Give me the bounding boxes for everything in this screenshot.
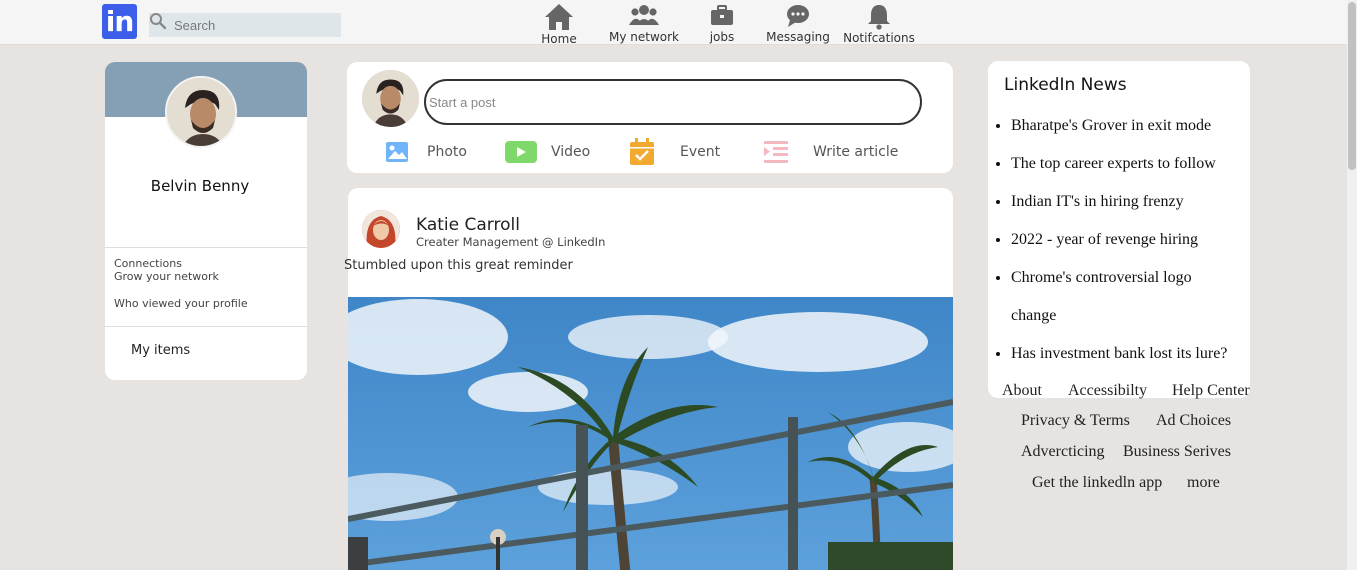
avatar[interactable] [362, 210, 400, 248]
bell-icon [868, 5, 890, 30]
news-card: LinkedIn News Bharatpe's Grover in exit … [988, 61, 1250, 398]
article-icon [764, 141, 788, 163]
calendar-icon [630, 138, 654, 165]
nav-messaging[interactable]: Messaging [762, 0, 834, 45]
nav-home[interactable]: Home [534, 0, 584, 46]
search-input[interactable] [149, 13, 341, 37]
write-article-label: Write article [813, 144, 899, 160]
divider [105, 326, 307, 327]
post-author-name[interactable]: Katie Carroll [416, 215, 520, 235]
feed-post: Katie Carroll Creater Management @ Linke… [348, 188, 953, 570]
network-icon [629, 5, 659, 25]
photo-label: Photo [427, 144, 467, 160]
footer-link-ad-choices[interactable]: Ad Choices [1156, 412, 1231, 430]
news-list: Bharatpe's Grover in exit mode The top c… [1011, 107, 1227, 373]
photo-icon [386, 142, 408, 162]
search-box[interactable] [149, 13, 341, 37]
message-icon [787, 5, 809, 27]
news-item[interactable]: Bharatpe's Grover in exit mode [1011, 107, 1227, 145]
news-item[interactable]: Has investment bank lost its lure? [1011, 335, 1227, 373]
home-icon [545, 4, 573, 30]
my-items-link[interactable]: My items [131, 343, 190, 358]
scrollbar-thumb[interactable] [1348, 2, 1356, 170]
video-label: Video [551, 144, 591, 160]
profile-card: Belvin Benny Connections Grow your netwo… [105, 62, 307, 380]
page-scrollbar[interactable] [1347, 0, 1357, 570]
write-article-button[interactable]: Write article [763, 138, 898, 166]
footer-link-advertising[interactable]: Advercticing [1021, 443, 1105, 461]
nav-notifications[interactable]: Notifcations [840, 0, 918, 45]
start-post-input[interactable] [424, 79, 922, 125]
photo-button[interactable]: Photo [385, 138, 467, 166]
footer-link-about[interactable]: About [1002, 382, 1042, 400]
nav-my-network-label: My network [608, 30, 679, 44]
video-icon [505, 141, 537, 163]
profile-viewers-link[interactable]: Who viewed your profile [114, 297, 248, 310]
profile-photo [362, 70, 419, 127]
grow-network-link[interactable]: Grow your network [114, 270, 219, 283]
news-item[interactable]: Chrome's controversial logo change [1011, 259, 1216, 335]
nav-messaging-label: Messaging [766, 30, 830, 44]
start-post-card: Photo Video Event Write article [347, 62, 953, 173]
profile-photo [167, 78, 235, 146]
nav-notifications-label: Notifcations [843, 31, 915, 45]
news-item[interactable]: Indian IT's in hiring frenzy [1011, 183, 1227, 221]
connections-label[interactable]: Connections [114, 257, 182, 270]
event-label: Event [680, 144, 721, 160]
footer-link-get-app[interactable]: Get the linkedln app [1032, 474, 1162, 492]
profile-name[interactable]: Belvin Benny [105, 177, 295, 195]
footer-link-accessibility[interactable]: Accessibilty [1068, 382, 1147, 400]
news-item[interactable]: The top career experts to follow [1011, 145, 1227, 183]
news-item[interactable]: 2022 - year of revenge hiring [1011, 221, 1227, 259]
footer-link-privacy-terms[interactable]: Privacy & Terms [1021, 412, 1130, 430]
linkedin-logo[interactable]: in [102, 4, 137, 39]
avatar[interactable] [165, 76, 237, 148]
nav-home-label: Home [541, 32, 577, 46]
footer-link-more[interactable]: more [1187, 474, 1220, 492]
post-author-role: Creater Management @ LinkedIn [416, 235, 606, 249]
avatar[interactable] [362, 70, 419, 127]
footer-link-help-center[interactable]: Help Center [1172, 382, 1250, 400]
divider [105, 247, 307, 248]
event-button[interactable]: Event [629, 138, 720, 166]
nav-jobs-label: jobs [709, 30, 735, 44]
nav-my-network[interactable]: My network [605, 0, 683, 45]
nav-jobs[interactable]: jobs [700, 0, 744, 45]
video-button[interactable]: Video [505, 138, 590, 166]
footer-link-business-services[interactable]: Business Serives [1123, 443, 1231, 461]
top-navigation-bar: in Home My network jobs [0, 0, 1347, 46]
briefcase-icon [711, 5, 733, 25]
post-image[interactable] [348, 297, 953, 570]
news-title: LinkedIn News [1004, 75, 1127, 95]
author-photo [362, 210, 400, 248]
post-text: Stumbled upon this great reminder [344, 258, 573, 273]
